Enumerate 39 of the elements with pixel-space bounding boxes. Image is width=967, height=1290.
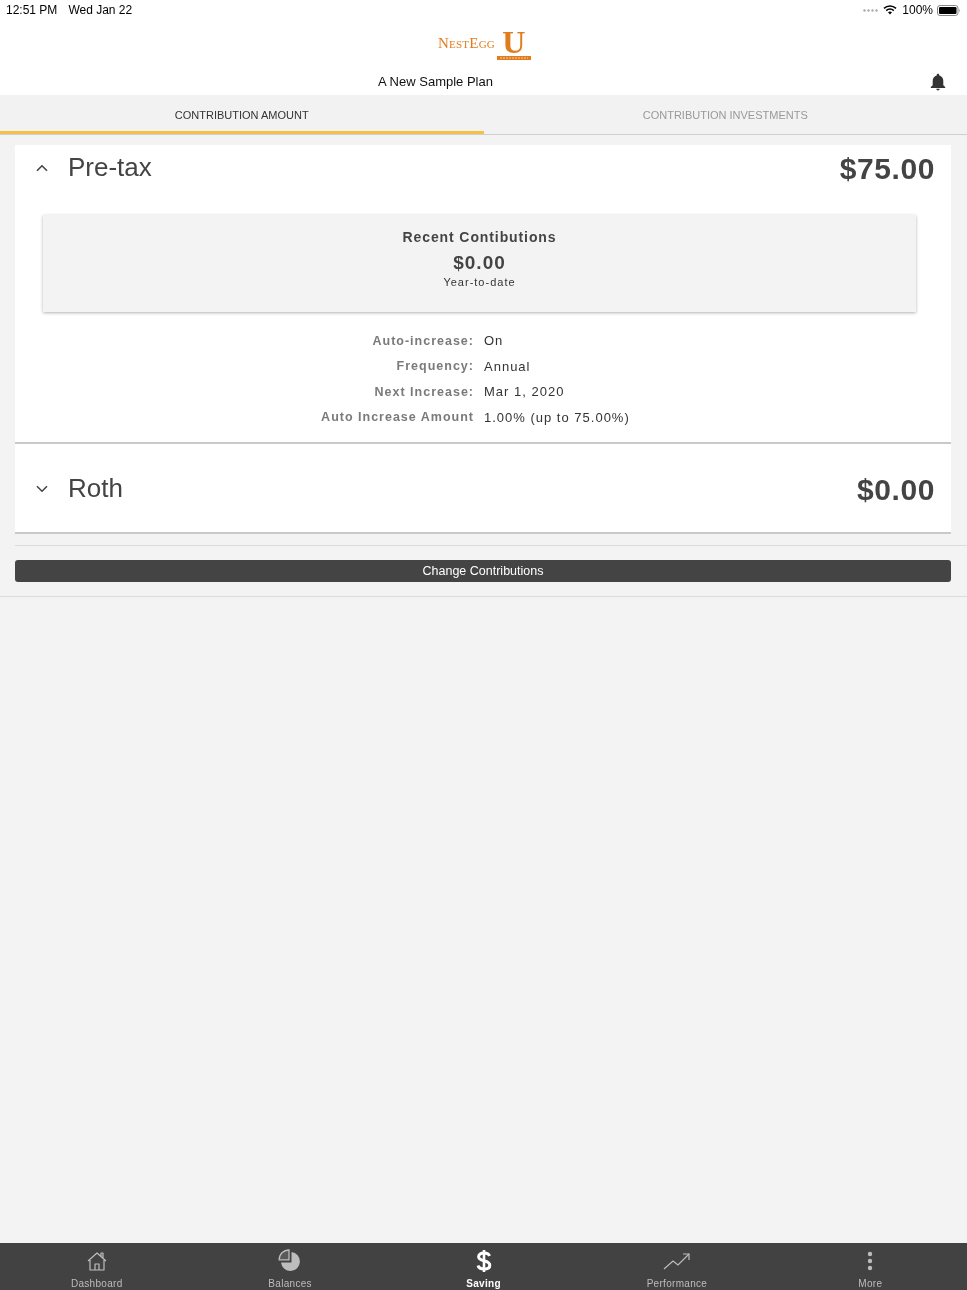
recent-title: Recent Contibutions xyxy=(402,228,557,246)
nav-tab[interactable]: Saving xyxy=(386,1243,581,1290)
nav-tab[interactable]: Performance xyxy=(580,1243,774,1290)
logo-banner-icon xyxy=(496,55,531,60)
recent-caption: Year-to-date xyxy=(443,275,516,289)
detail-value: Annual xyxy=(484,358,531,374)
nav-tab[interactable]: Balances xyxy=(193,1243,387,1290)
change-contributions-button[interactable]: Change Contributions xyxy=(15,560,951,582)
detail-value: 1.00% (up to 75.00%) xyxy=(484,409,630,425)
wifi-icon xyxy=(883,5,898,15)
detail-label: Auto-increase: xyxy=(372,333,474,348)
detail-value: On xyxy=(484,333,504,349)
nav-tab[interactable]: Dashboard xyxy=(0,1243,194,1290)
chevron-down-icon[interactable] xyxy=(36,484,48,493)
battery-icon xyxy=(937,4,961,16)
tab[interactable]: CONTRIBUTION AMOUNT xyxy=(0,95,484,134)
section-title: Roth xyxy=(68,472,123,504)
pie-chart-icon xyxy=(278,1249,303,1273)
section-amount: $75.00 xyxy=(839,152,935,186)
nav-tab[interactable]: More xyxy=(773,1243,967,1290)
brand-name: NestEgg xyxy=(438,34,495,52)
section-title: Pre-tax xyxy=(68,151,152,183)
brand-mark: U xyxy=(502,28,526,55)
trend-up-icon xyxy=(662,1251,691,1271)
status-date: Wed Jan 22 xyxy=(68,3,133,17)
detail-label: Auto Increase Amount xyxy=(321,410,474,425)
detail-label: Next Increase: xyxy=(374,384,474,399)
cellular-signal-icon xyxy=(863,8,879,12)
status-time: 12:51 PM xyxy=(6,3,58,17)
notification-bell-icon[interactable] xyxy=(930,72,946,91)
plan-name: A New Sample Plan xyxy=(378,74,493,89)
chevron-up-icon[interactable] xyxy=(36,163,48,172)
recent-amount: $0.00 xyxy=(453,251,506,275)
detail-value: Mar 1, 2020 xyxy=(484,384,565,400)
house-icon xyxy=(85,1250,108,1272)
section-amount: $0.00 xyxy=(856,473,935,507)
battery-percent: 100% xyxy=(902,3,933,17)
detail-label: Frequency: xyxy=(396,359,474,374)
more-vertical-icon xyxy=(867,1251,874,1271)
